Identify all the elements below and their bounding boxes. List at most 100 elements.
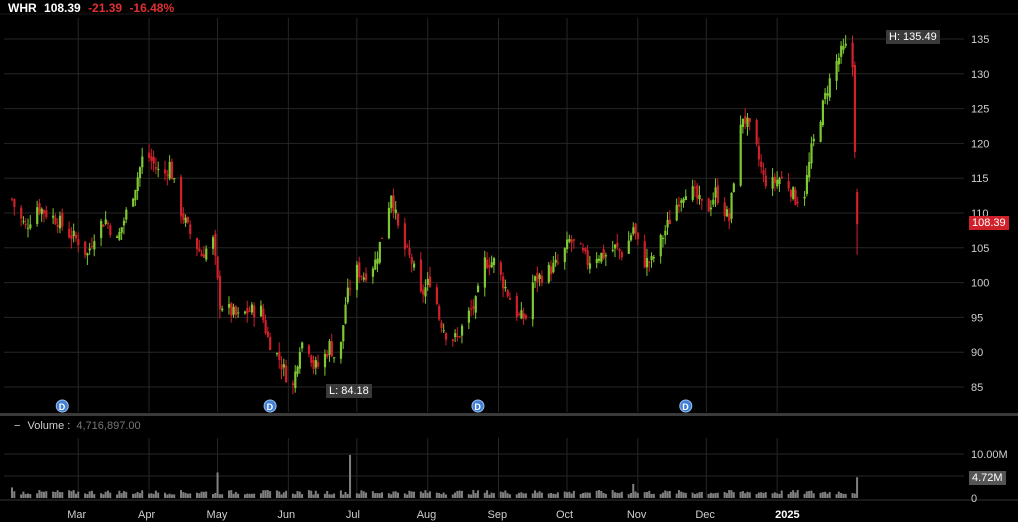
candle-body [627, 240, 630, 254]
volume-bar [723, 491, 726, 498]
candle-body [134, 189, 137, 201]
candle-body [100, 220, 103, 239]
volume-bar [746, 491, 749, 498]
volume-bar [422, 492, 425, 498]
candle-body [381, 237, 384, 239]
volume-bar [374, 493, 377, 498]
candle-body [394, 209, 397, 214]
candle-body [150, 156, 153, 161]
volume-bar [540, 492, 543, 498]
candle-body [602, 249, 605, 259]
candle-body [842, 46, 845, 50]
volume-bar [778, 493, 781, 498]
volume-bar [264, 490, 267, 498]
volume-bar [645, 492, 648, 498]
candle-body [828, 78, 831, 98]
volume-bar [296, 491, 299, 498]
volume-bar [56, 490, 59, 498]
volume-bar [643, 492, 646, 498]
candle-body [534, 276, 537, 281]
volume-bar [588, 492, 591, 498]
candle-body [515, 296, 518, 317]
candle-body [728, 213, 731, 222]
volume-bar [205, 491, 208, 498]
volume-bar [682, 492, 685, 498]
candle-body [506, 290, 509, 297]
volume-bar [725, 493, 728, 498]
volume-bar [568, 491, 571, 498]
candle-layer [11, 35, 859, 395]
candle-body [218, 276, 222, 310]
candle-body [552, 262, 555, 273]
candle-body [604, 255, 608, 257]
candle-body [792, 187, 795, 199]
volume-bar [93, 494, 96, 498]
volume-bar [442, 492, 445, 498]
volume-bar [764, 492, 767, 498]
candle-body [180, 176, 183, 217]
volume-bar [218, 494, 221, 498]
volume-bar [45, 491, 48, 498]
candle-body [314, 360, 317, 368]
collapse-volume-icon[interactable]: − [14, 420, 20, 432]
volume-bar [116, 494, 119, 498]
candle-body [264, 320, 267, 333]
volume-bar [506, 493, 509, 498]
volume-bar [490, 492, 493, 498]
volume-bar [844, 493, 847, 498]
candle-body [522, 313, 525, 319]
candle-body [840, 45, 843, 57]
candle-body [438, 306, 441, 320]
candle-body [196, 238, 199, 250]
volume-bar [840, 493, 843, 498]
volume-bar [755, 494, 758, 498]
volume-bar [499, 491, 502, 498]
volume-bar [102, 494, 105, 498]
volume-bar [636, 492, 639, 498]
volume-bar [467, 494, 470, 498]
price-tick-label: 130 [971, 69, 989, 81]
volume-bar [24, 494, 27, 498]
candle-body [572, 239, 576, 241]
volume-bar [693, 494, 696, 498]
volume-bar [90, 490, 93, 498]
volume-bar [618, 492, 621, 498]
volume-bar [451, 494, 454, 498]
candle-body [330, 341, 333, 357]
candle-body [374, 259, 377, 270]
candle-body [547, 264, 550, 283]
candle-body [550, 266, 553, 275]
volume-bar [376, 492, 379, 498]
volume-bar [597, 490, 600, 498]
volume-bar [502, 492, 505, 498]
volume-bar [620, 491, 623, 498]
candle-body [166, 174, 169, 176]
volume-bar [826, 493, 829, 498]
volume-bar [634, 491, 637, 498]
candle-body [326, 353, 329, 357]
volume-bar [821, 492, 824, 498]
candle-body [70, 235, 73, 240]
volume-bar [11, 487, 13, 498]
volume-bar [550, 493, 553, 498]
volume-bar [554, 494, 557, 498]
candle-body [38, 203, 41, 213]
volume-bar [796, 490, 799, 498]
volume-bar [285, 490, 288, 498]
volume-bar [744, 493, 747, 498]
candle-body [444, 333, 448, 340]
volume-bar [310, 490, 313, 498]
candle-body [650, 256, 653, 261]
candle-body [376, 258, 379, 264]
volume-bar [54, 491, 57, 498]
volume-bar [150, 493, 153, 498]
volume-bar [221, 494, 224, 498]
volume-bar [808, 490, 811, 498]
volume-bar [362, 491, 365, 498]
volume-bar [424, 490, 427, 498]
volume-bar [381, 492, 384, 498]
volume-bar [152, 493, 155, 498]
candle-body [760, 161, 763, 167]
volume-bar [419, 491, 422, 498]
candle-body [556, 262, 560, 264]
